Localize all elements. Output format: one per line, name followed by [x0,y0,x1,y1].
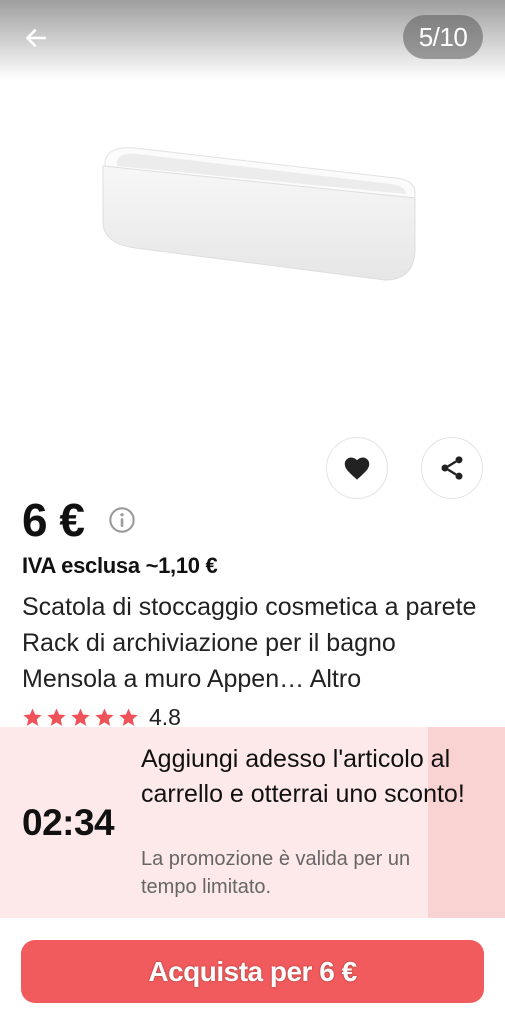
product-title: Scatola di stoccaggio cosmetica a parete… [22,589,492,697]
favorite-button[interactable] [326,437,388,499]
star-icon [71,708,90,726]
promo-timer: 02:34 [22,802,115,843]
heart-icon [344,457,370,480]
star-icon [119,708,138,726]
info-icon[interactable] [108,506,136,534]
vat-note: IVA esclusa ~1,10 € [22,553,218,578]
promo-title: Aggiungi adesso l'articolo al carrello e… [141,745,465,808]
product-gallery[interactable]: 5/10 [0,0,505,430]
back-button[interactable] [18,20,54,56]
star-icon [47,708,66,726]
more-link[interactable]: Altro [310,665,361,693]
product-price: 6 € [22,494,85,546]
product-image [102,147,416,281]
share-icon [441,456,463,480]
product-title-text: Scatola di stoccaggio cosmetica a parete… [22,593,477,693]
star-icon [23,708,42,726]
buy-button[interactable]: Acquista per 6 € [21,940,484,1003]
arrow-left-icon [26,29,46,47]
star-icon [95,708,114,726]
rating-stars [22,707,139,728]
share-button[interactable] [421,437,483,499]
image-counter: 5/10 [403,15,483,59]
promo-subtitle: La promozione è valida per un tempo limi… [141,848,411,898]
